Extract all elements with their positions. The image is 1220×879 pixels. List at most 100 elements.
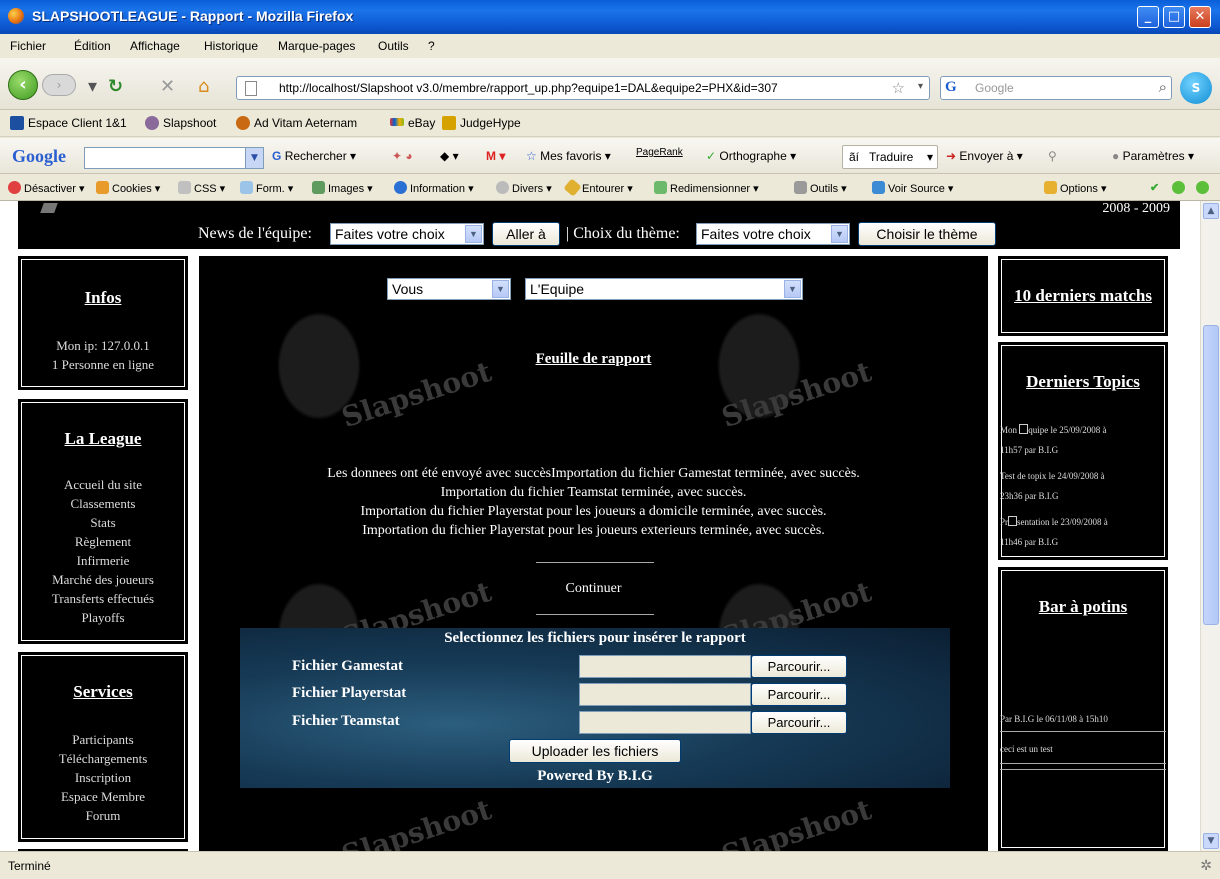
service-item-member-space[interactable]: Espace Membre <box>20 787 186 806</box>
dev-misc[interactable]: Divers ▾ <box>496 181 552 195</box>
sender-select[interactable]: Vous ▼ <box>387 278 511 300</box>
settings-button[interactable]: ● Paramètres ▾ <box>1112 149 1194 163</box>
chevron-down-icon[interactable]: ▼ <box>245 148 263 168</box>
gamestat-file-input[interactable] <box>579 655 751 678</box>
google-logo[interactable]: Google <box>12 146 66 167</box>
search-icon[interactable]: ⌕ <box>1159 78 1167 96</box>
search-box[interactable]: G Google ⌕ <box>940 76 1172 100</box>
dev-tools[interactable]: Outils ▾ <box>794 181 847 195</box>
bookmark-espace-client[interactable]: Espace Client 1&1 <box>10 116 127 130</box>
dev-images[interactable]: Images ▾ <box>312 181 373 195</box>
stop-icon[interactable]: ✕ <box>160 76 175 97</box>
teamstat-browse-button[interactable]: Parcourir... <box>751 711 847 734</box>
league-title[interactable]: La League <box>20 429 186 449</box>
topic-item[interactable]: Mon quipe le 25/09/2008 à 11h57 par B.I.… <box>1000 420 1107 460</box>
news-select[interactable]: Faites votre choix ▼ <box>330 223 484 245</box>
service-item-participants[interactable]: Participants <box>20 730 186 749</box>
favorites-button[interactable]: ☆ Mes favoris ▾ <box>526 149 611 163</box>
bookmark-judgehype[interactable]: JudgeHype <box>442 116 521 130</box>
wrench-icon[interactable]: ⚲ <box>1048 149 1057 163</box>
topic-item[interactable]: Test de topix le 24/09/2008 à 23h36 par … <box>1000 466 1105 506</box>
url-dropdown-icon[interactable]: ▾ <box>918 81 923 92</box>
league-item-playoffs[interactable]: Playoffs <box>20 608 186 627</box>
topics-title[interactable]: Derniers Topics <box>1000 372 1166 392</box>
google-search-input[interactable]: ▼ <box>84 147 264 169</box>
upload-submit-button[interactable]: Uploader les fichiers <box>509 739 681 763</box>
dev-options[interactable]: Options ▾ <box>1044 181 1107 195</box>
menu-affichage[interactable]: Affichage <box>130 39 180 53</box>
url-bar[interactable]: http://localhost/Slapshoot v3.0/membre/r… <box>236 76 930 100</box>
home-icon[interactable]: ⌂ <box>198 76 209 97</box>
dev-outline[interactable]: Entourer ▾ <box>563 178 633 197</box>
back-button[interactable]: ‹ <box>8 70 38 100</box>
send-button[interactable]: ➜ Envoyer à ▾ <box>946 149 1023 163</box>
scroll-up-icon[interactable]: ▲ <box>1203 203 1219 219</box>
dev-forms[interactable]: Form. ▾ <box>240 181 293 195</box>
league-item-transfers[interactable]: Transferts effectués <box>20 589 186 608</box>
last-matches-title[interactable]: 10 derniers matchs <box>1000 286 1166 306</box>
pagerank-indicator[interactable]: PageRank <box>636 147 683 158</box>
css-valid-icon[interactable] <box>1172 181 1188 195</box>
resize-grip-icon[interactable]: ✲ <box>1200 858 1212 874</box>
menu-fichier[interactable]: Fichier <box>10 39 46 53</box>
dev-view-source[interactable]: Voir Source ▾ <box>872 181 953 195</box>
recipient-select[interactable]: L'Equipe ▼ <box>525 278 803 300</box>
translate-button[interactable]: ãí Traduire ▾ <box>842 145 938 169</box>
validation-ok-icon[interactable]: ✔ <box>1150 181 1159 194</box>
gamestat-browse-button[interactable]: Parcourir... <box>751 655 847 678</box>
service-item-forum[interactable]: Forum <box>20 806 186 825</box>
theme-select[interactable]: Faites votre choix ▼ <box>696 223 850 245</box>
service-item-signup[interactable]: Inscription <box>20 768 186 787</box>
bookmark-star-icon[interactable]: ☆ <box>892 79 905 97</box>
dev-cookies[interactable]: Cookies ▾ <box>96 181 160 195</box>
choose-theme-button[interactable]: Choisir le thème <box>858 222 996 246</box>
league-item-infirmary[interactable]: Infirmerie <box>20 551 186 570</box>
topic-item[interactable]: Pr sentation le 23/09/2008 à 11h46 par B.… <box>1000 512 1108 552</box>
services-title[interactable]: Services <box>20 682 186 702</box>
dev-information[interactable]: Information ▾ <box>394 181 474 195</box>
menu-edition[interactable]: Édition <box>74 39 111 53</box>
league-item-rules[interactable]: Règlement <box>20 532 186 551</box>
history-dropdown-icon[interactable]: ▾ <box>88 76 97 97</box>
spelling-button[interactable]: ✓ Orthographe ▾ <box>706 149 796 163</box>
dev-resize[interactable]: Redimensionner ▾ <box>654 181 759 195</box>
js-valid-icon[interactable] <box>1196 181 1212 195</box>
scroll-down-icon[interactable]: ▼ <box>1203 833 1219 849</box>
menu-outils[interactable]: Outils <box>378 39 409 53</box>
gossip-title[interactable]: Bar à potins <box>1000 597 1166 617</box>
news-icon[interactable]: ✦ ◕ <box>392 149 413 163</box>
minimize-button[interactable]: _ <box>1137 6 1159 28</box>
menu-historique[interactable]: Historique <box>204 39 258 53</box>
teamstat-file-input[interactable] <box>579 711 751 734</box>
gmail-icon[interactable]: M ▾ <box>486 149 505 163</box>
chevron-down-icon[interactable]: ▼ <box>784 280 801 298</box>
bookmark-ad-vitam[interactable]: Ad Vitam Aeternam <box>236 116 357 130</box>
reload-icon[interactable]: ↻ <box>108 76 123 97</box>
menu-marque-pages[interactable]: Marque-pages <box>278 39 355 53</box>
dev-disable[interactable]: Désactiver ▾ <box>8 181 85 195</box>
service-item-downloads[interactable]: Téléchargements <box>20 749 186 768</box>
league-item-stats[interactable]: Stats <box>20 513 186 532</box>
go-button[interactable]: Aller à <box>492 222 560 246</box>
google-search-button[interactable]: G Rechercher ▾ <box>272 149 356 163</box>
scroll-thumb[interactable] <box>1203 325 1219 625</box>
playerstat-file-input[interactable] <box>579 683 751 706</box>
league-item-market[interactable]: Marché des joueurs <box>20 570 186 589</box>
league-item-standings[interactable]: Classements <box>20 494 186 513</box>
menu-help[interactable]: ? <box>428 39 435 53</box>
chevron-down-icon[interactable]: ▼ <box>465 225 482 243</box>
league-item-home[interactable]: Accueil du site <box>20 475 186 494</box>
bookmark-slapshoot[interactable]: Slapshoot <box>145 116 216 130</box>
dev-css[interactable]: CSS ▾ <box>178 181 225 195</box>
google-engine-icon[interactable]: G <box>945 79 957 96</box>
chevron-down-icon[interactable]: ▼ <box>831 225 848 243</box>
continue-link[interactable]: Continuer <box>199 581 988 597</box>
skype-icon[interactable]: S <box>1180 72 1212 104</box>
chevron-down-icon[interactable]: ▼ <box>492 280 509 298</box>
vertical-scrollbar[interactable]: ▲ ▼ <box>1200 201 1220 851</box>
playerstat-browse-button[interactable]: Parcourir... <box>751 683 847 706</box>
infos-title[interactable]: Infos <box>20 288 186 308</box>
bookmark-ebay[interactable]: eBay <box>390 116 435 130</box>
forward-button[interactable]: › <box>42 74 76 96</box>
maximize-button[interactable]: □ <box>1163 6 1185 28</box>
